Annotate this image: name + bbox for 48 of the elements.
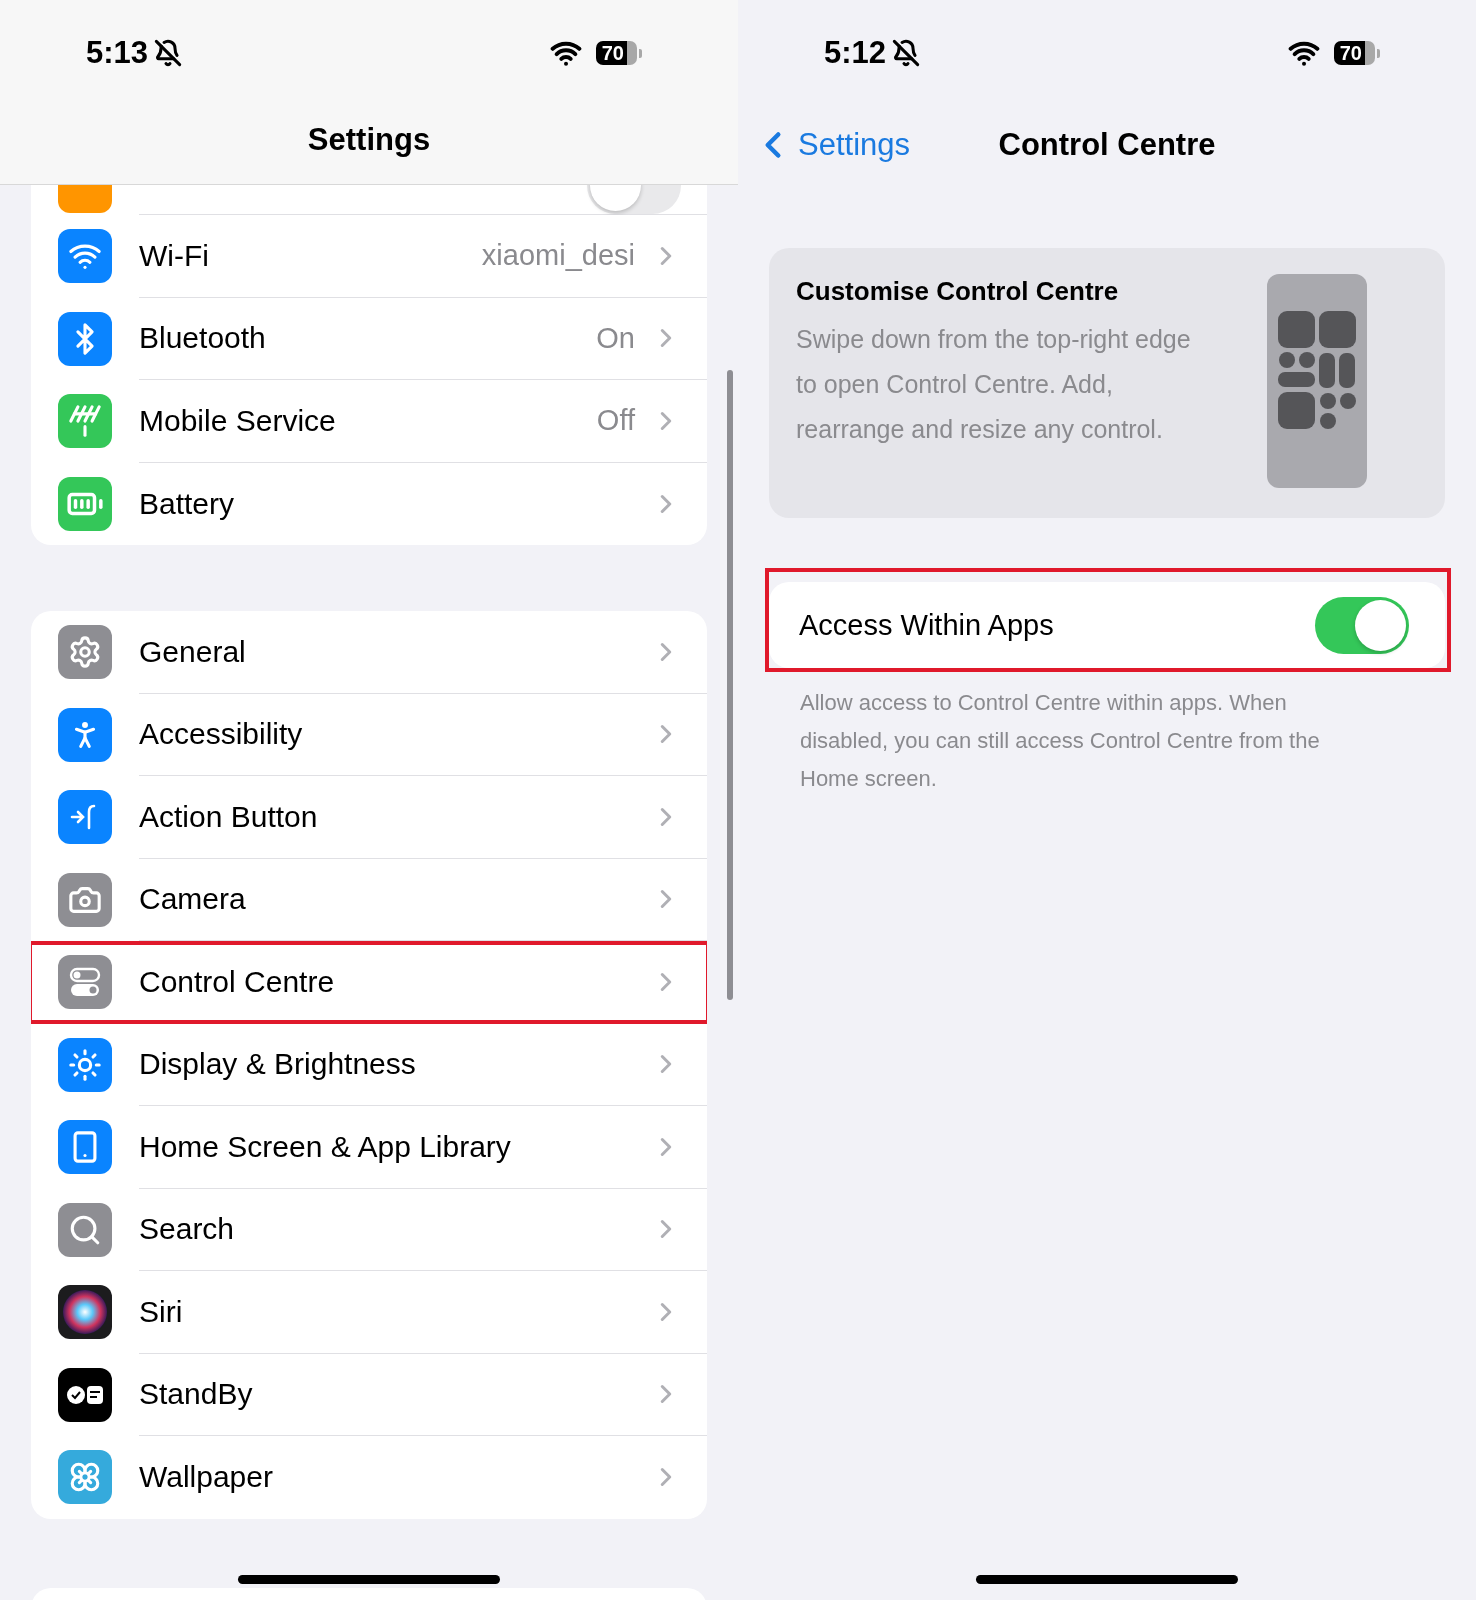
status-time: 5:13 xyxy=(86,35,149,71)
settings-row[interactable]: Action Button xyxy=(31,776,707,859)
status-time: 5:12 xyxy=(824,35,887,71)
antenna-icon xyxy=(68,404,102,439)
screen-title: Control Centre xyxy=(998,127,1216,163)
settings-row[interactable]: General xyxy=(31,611,707,694)
settings-row[interactable]: Siri xyxy=(31,1271,707,1354)
settings-row[interactable]: Search xyxy=(31,1188,707,1271)
settings-row[interactable]: Camera xyxy=(31,858,707,941)
settings-row[interactable]: Bluetooth On xyxy=(31,297,707,380)
row-label: Battery xyxy=(139,486,236,521)
settings-row[interactable]: StandBy xyxy=(31,1353,707,1436)
settings-row[interactable]: Control Centre xyxy=(31,941,707,1024)
row-label: Accessibility xyxy=(139,717,304,752)
row-value: xiaomi_desi xyxy=(481,239,635,273)
settings-row[interactable]: Wi-Fi xiaomi_desi xyxy=(31,215,707,298)
settings-row[interactable]: Battery xyxy=(31,462,707,545)
settings-icon xyxy=(68,635,102,670)
bell-muted-icon xyxy=(154,39,183,67)
card-description: Swipe down from the top-right edge to open Control Centre. Add, rearrange and resize any control. xyxy=(796,324,1192,445)
settings-row[interactable]: Display & Brightness xyxy=(31,1023,707,1106)
row-label: Camera xyxy=(139,882,247,917)
row-label: Bluetooth xyxy=(139,321,267,356)
card-title: Customise Control Centre xyxy=(796,276,1120,307)
sun-icon xyxy=(68,1047,102,1082)
setting-footnote: Allow access to Control Centre within apps. When disabled, you can still access Control Centre from the Home screen. xyxy=(800,689,1321,793)
settings-row[interactable]: Wallpaper xyxy=(31,1436,707,1519)
back-button[interactable]: Settings xyxy=(752,124,910,166)
screen-title: Settings xyxy=(307,122,431,158)
settings-row[interactable]: Accessibility xyxy=(31,693,707,776)
setting-label: Access Within Apps xyxy=(799,608,1055,642)
row-label: Wi-Fi xyxy=(139,238,210,273)
row-label: Wallpaper xyxy=(139,1460,274,1495)
row-label: Control Centre xyxy=(139,964,336,999)
row-label: Search xyxy=(139,1212,236,1247)
bell-muted-icon xyxy=(892,39,921,67)
row-label: Home Screen & App Library xyxy=(139,1129,512,1164)
row-label: General xyxy=(139,634,247,669)
row-label: Siri xyxy=(139,1294,184,1329)
settings-row[interactable]: Mobile Service Off xyxy=(31,380,707,463)
toggle-switch[interactable] xyxy=(1315,596,1409,654)
row-label: Display & Brightness xyxy=(139,1047,417,1082)
row-label: StandBy xyxy=(139,1377,254,1412)
row-label: Mobile Service xyxy=(139,403,337,438)
row-value: Off xyxy=(596,404,635,438)
settings-row[interactable]: Home Screen & App Library xyxy=(31,1106,707,1189)
row-label: Action Button xyxy=(139,799,319,834)
row-value: On xyxy=(596,321,635,355)
